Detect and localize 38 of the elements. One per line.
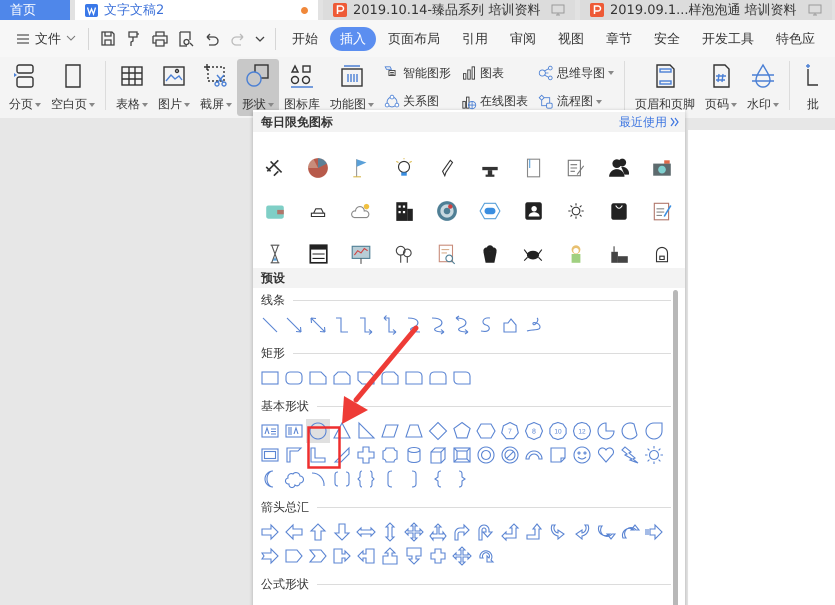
ribbon-button[interactable]: 关系图 — [384, 91, 451, 112]
document-tab[interactable]: 文字文稿2 — [75, 0, 318, 20]
category-title: 线条 — [261, 292, 285, 308]
ribbon-button[interactable]: 在线图表 — [461, 91, 528, 112]
document-tab[interactable]: 首页 — [0, 0, 70, 20]
ribbon-button[interactable]: 空白页 — [46, 59, 100, 116]
category-title: 矩形 — [261, 344, 285, 362]
ribbon-button[interactable]: 页眉和页脚 — [630, 59, 700, 116]
recent-link[interactable]: 最近使用 — [619, 114, 679, 130]
ribbon-button[interactable]: 页码 — [700, 59, 742, 116]
ribbon-button[interactable]: 形状 — [237, 59, 279, 116]
ribbon-tab[interactable]: 视图 — [548, 26, 594, 50]
document-tab[interactable]: 2019.10.14-臻品系列 培训资料 — [323, 0, 575, 20]
ribbon-button[interactable]: 图片 — [153, 59, 195, 116]
ribbon-button[interactable]: 图表 — [461, 62, 528, 84]
ribbon-button[interactable]: 水印 — [742, 59, 784, 116]
category-title: 基本形状 — [261, 398, 309, 414]
ribbon-button[interactable]: 截屏 — [195, 59, 237, 116]
ribbon-tab[interactable]: 页面布局 — [378, 26, 450, 50]
ribbon-button[interactable]: 图标库 — [279, 59, 325, 116]
ribbon-button[interactable]: 思维导图 — [538, 62, 614, 84]
ribbon-tab[interactable]: 章节 — [596, 26, 642, 50]
ribbon-tab[interactable]: 开发工具 — [692, 26, 764, 50]
ribbon-tab[interactable]: 审阅 — [500, 26, 546, 50]
ribbon-button[interactable]: 批 — [795, 59, 831, 116]
file-menu[interactable]: 文件 — [10, 26, 82, 52]
section-title: 预设 — [261, 270, 285, 286]
ribbon-button[interactable]: 表格 — [111, 59, 153, 116]
section-title: 每日限免图标 — [261, 114, 333, 130]
ribbon-tab[interactable]: 安全 — [644, 26, 690, 50]
category-title: 公式形状 — [261, 576, 309, 592]
document-tab[interactable]: 2019.09.1...样泡泡通 培训资料 — [580, 0, 832, 20]
ribbon-tab[interactable]: 引用 — [452, 26, 498, 50]
ribbon-tab[interactable]: 特色应 — [766, 26, 825, 50]
ribbon-button[interactable]: 分页 — [4, 59, 46, 116]
ribbon-tab[interactable]: 开始 — [282, 26, 328, 50]
ribbon-button[interactable]: 智能图形 — [384, 62, 451, 84]
category-title: 箭头总汇 — [261, 498, 309, 516]
